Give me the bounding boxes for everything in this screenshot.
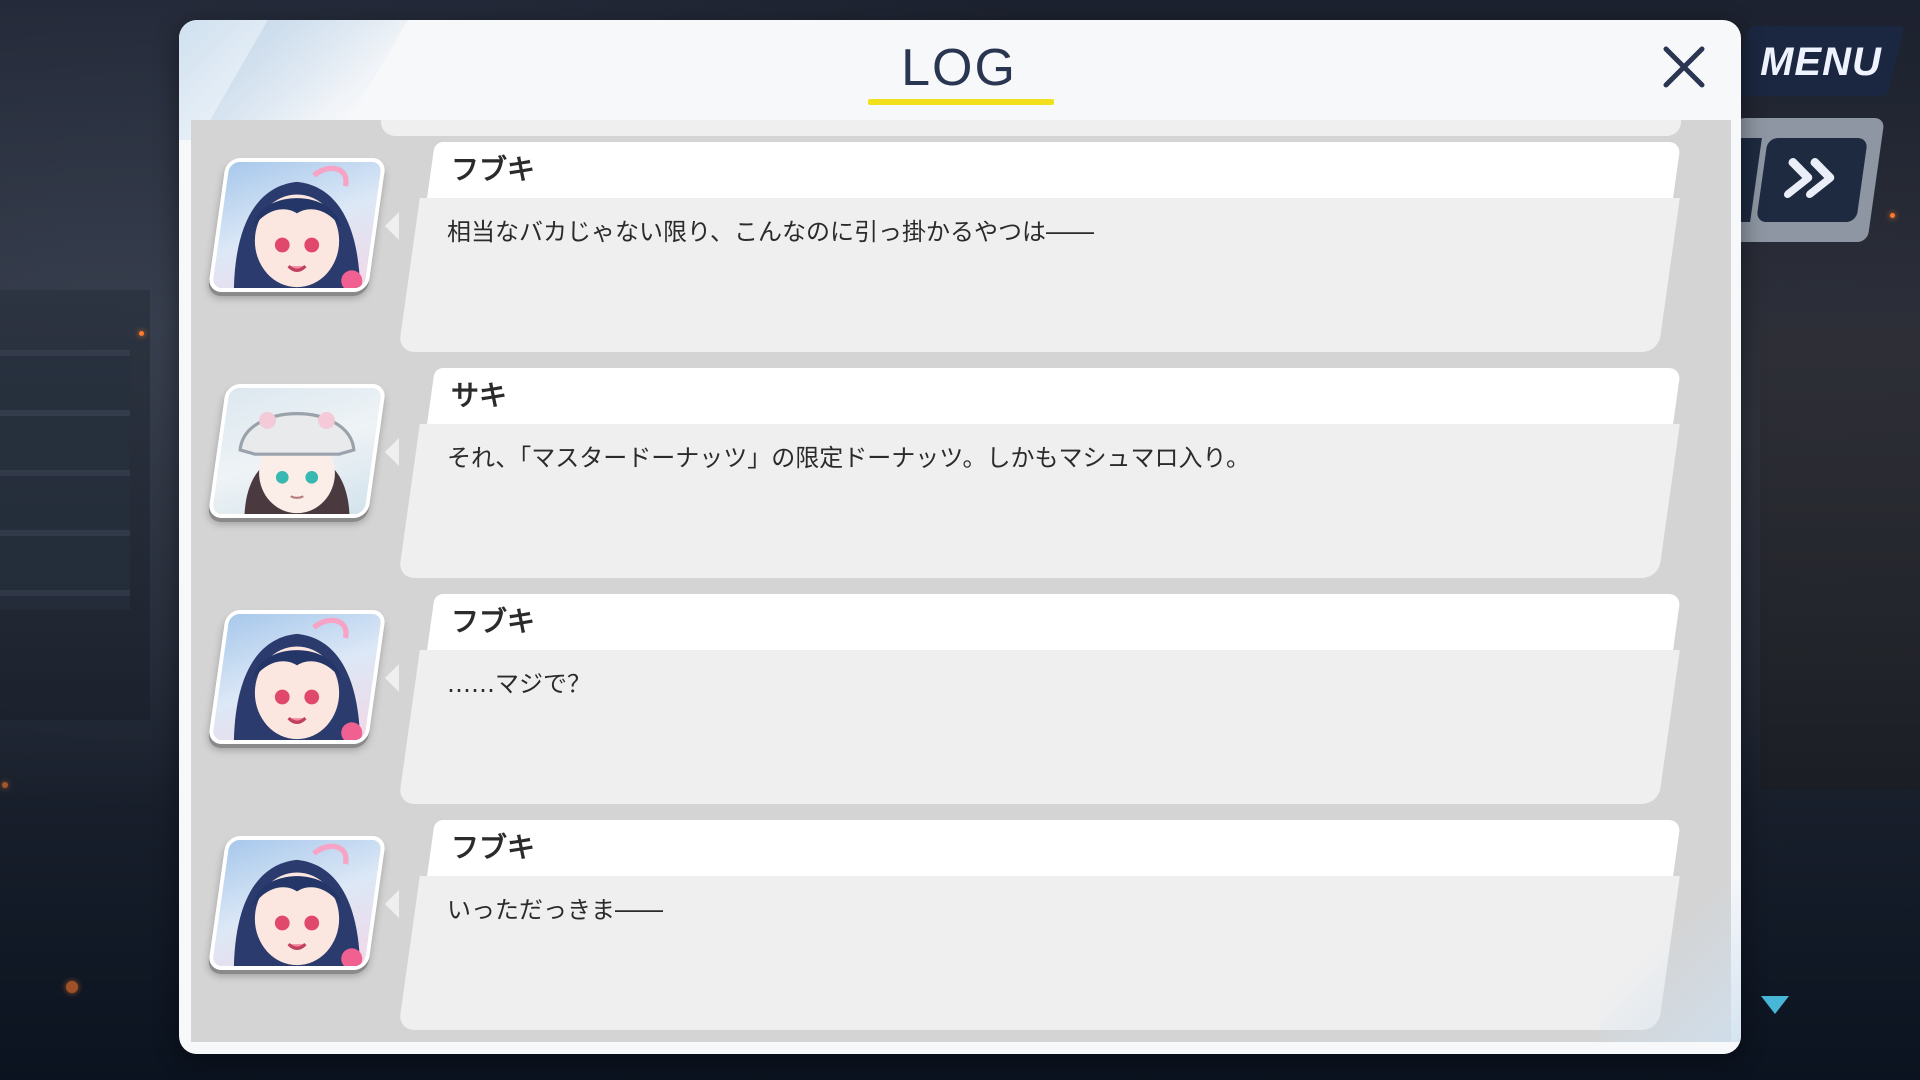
close-icon bbox=[1660, 43, 1708, 95]
previous-entry-edge bbox=[381, 120, 1681, 136]
log-entry: フブキ 相当なバカじゃない限り、こんなのに引っ掛かるやつは―― bbox=[191, 142, 1731, 352]
log-title: LOG bbox=[901, 39, 1017, 97]
bubble-pointer bbox=[385, 438, 399, 466]
dialogue-bubble: サキ それ、「マスタードーナッツ」の限定ドーナッツ。しかもマシュマロ入り。 bbox=[398, 368, 1691, 578]
speaker-avatar bbox=[207, 384, 387, 518]
ember-spark bbox=[2, 782, 8, 788]
title-underline bbox=[868, 99, 1054, 105]
dialogue-text: ……マジで？ bbox=[447, 670, 591, 698]
speaker-name-bar bbox=[427, 820, 1681, 876]
menu-label[interactable]: MENU bbox=[1746, 34, 1896, 90]
speaker-name: フブキ bbox=[451, 605, 536, 638]
speaker-avatar bbox=[207, 610, 387, 744]
log-header: LOG bbox=[179, 20, 1741, 120]
background-shelf-books bbox=[0, 350, 130, 610]
speaker-name: フブキ bbox=[451, 831, 536, 864]
log-list[interactable]: フブキ 相当なバカじゃない限り、こんなのに引っ掛かるやつは―― サキ それ、「マ… bbox=[191, 120, 1731, 1042]
ember-spark bbox=[139, 331, 144, 336]
log-window-bottom-edge bbox=[179, 1042, 1741, 1054]
speaker-name: フブキ bbox=[451, 153, 536, 186]
dialogue-bubble: フブキ ……マジで？ bbox=[398, 594, 1691, 804]
speaker-avatar bbox=[207, 836, 387, 970]
scroll-down-icon[interactable] bbox=[1761, 996, 1789, 1014]
decorative-shape bbox=[1599, 880, 1741, 1054]
speaker-name-bar bbox=[427, 368, 1681, 424]
log-entry: フブキ ……マジで？ bbox=[191, 594, 1731, 804]
skip-button[interactable] bbox=[1756, 138, 1868, 222]
bubble-pointer bbox=[385, 212, 399, 240]
dialogue-bubble: フブキ 相当なバカじゃない限り、こんなのに引っ掛かるやつは―― bbox=[398, 142, 1691, 352]
dialogue-text: 相当なバカじゃない限り、こんなのに引っ掛かるやつは―― bbox=[447, 218, 1095, 246]
log-entry: サキ それ、「マスタードーナッツ」の限定ドーナッツ。しかもマシュマロ入り。 bbox=[191, 368, 1731, 578]
fast-forward-icon bbox=[1781, 156, 1844, 204]
speaker-name-bar bbox=[427, 594, 1681, 650]
ember-spark bbox=[1890, 213, 1895, 218]
speaker-avatar bbox=[207, 158, 387, 292]
ember-spark bbox=[66, 981, 78, 993]
close-button[interactable] bbox=[1649, 34, 1719, 104]
bubble-pointer bbox=[385, 890, 399, 918]
bubble-pointer bbox=[385, 664, 399, 692]
background-furniture bbox=[1760, 330, 1920, 790]
dialogue-text: それ、「マスタードーナッツ」の限定ドーナッツ。しかもマシュマロ入り。 bbox=[447, 444, 1251, 472]
speaker-name-bar bbox=[427, 142, 1681, 198]
dialogue-bubble: フブキ いっただっきま―― bbox=[398, 820, 1691, 1030]
log-window: LOG フブキ 相当なバカじゃない限り、こんなのに引っ掛かるやつは―― サキ そ… bbox=[179, 20, 1741, 1054]
dialogue-text: いっただっきま―― bbox=[447, 896, 663, 924]
log-entry: フブキ いっただっきま―― bbox=[191, 820, 1731, 1030]
speaker-name: サキ bbox=[451, 379, 508, 412]
